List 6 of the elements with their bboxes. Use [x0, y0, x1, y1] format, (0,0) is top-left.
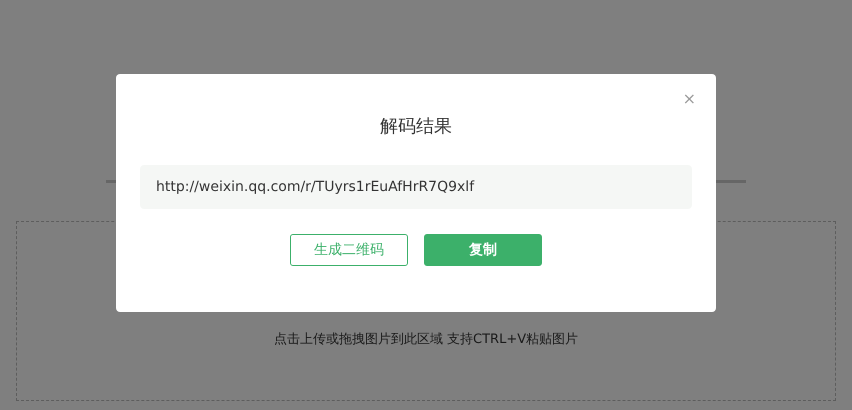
- generate-qr-button[interactable]: 生成二维码: [290, 234, 408, 266]
- copy-button[interactable]: 复制: [424, 234, 542, 266]
- dialog-title: 解码结果: [380, 115, 452, 139]
- close-button[interactable]: ×: [682, 90, 696, 108]
- upload-hint: 点击上传或拖拽图片到此区域 支持CTRL+V粘贴图片: [274, 331, 578, 349]
- result-text: http://weixin.qq.com/r/TUyrs1rEuAfHrR7Q9xlf: [140, 165, 692, 209]
